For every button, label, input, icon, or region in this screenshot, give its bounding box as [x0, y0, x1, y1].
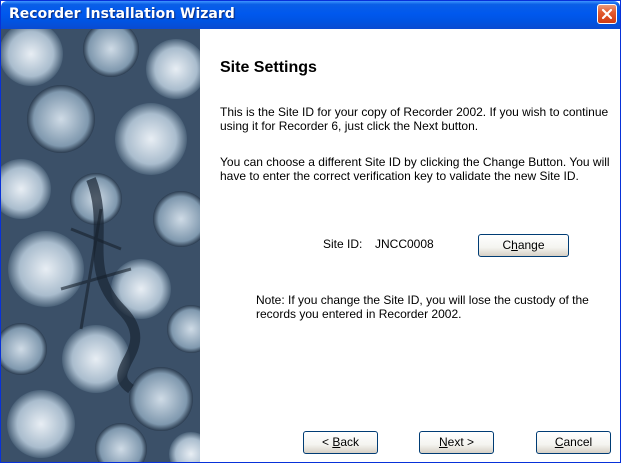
site-id-value: JNCC0008	[375, 237, 434, 251]
site-id-label: Site ID:	[323, 237, 363, 251]
intro-text: This is the Site ID for your copy of Rec…	[220, 105, 609, 133]
cancel-button[interactable]: Cancel	[536, 431, 611, 454]
wizard-content: Site Settings This is the Site ID for yo…	[200, 29, 620, 462]
note-text: Note: If you change the Site ID, you wil…	[256, 293, 589, 321]
wizard-window: Recorder Installation Wizard Site Settin…	[0, 0, 621, 463]
back-button[interactable]: < Back	[303, 431, 378, 454]
title-bar[interactable]: Recorder Installation Wizard	[1, 1, 620, 29]
wizard-side-image	[1, 29, 200, 462]
close-button[interactable]	[597, 4, 617, 24]
page-title: Site Settings	[220, 59, 317, 76]
window-title: Recorder Installation Wizard	[9, 6, 235, 22]
change-instructions-text: You can choose a different Site ID by cl…	[220, 155, 610, 183]
close-icon	[601, 8, 613, 20]
next-button[interactable]: Next >	[419, 431, 494, 454]
change-button[interactable]: Change	[478, 234, 569, 257]
